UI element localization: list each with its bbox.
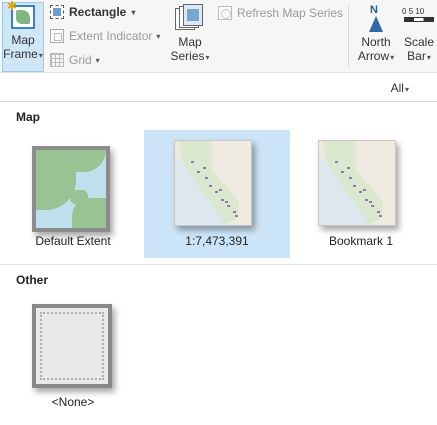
refresh-map-series-label: Refresh Map Series — [237, 6, 344, 20]
scale-bar-icon: 0 5 10 — [402, 3, 436, 33]
rectangle-label: Rectangle — [69, 5, 127, 19]
map-series-button[interactable]: Map Series▾ — [168, 4, 212, 65]
gallery-item-label: 1:7,473,391 — [185, 234, 249, 248]
refresh-icon — [218, 6, 232, 20]
filter-dropdown-label: All — [390, 81, 404, 95]
extent-indicator-label: Extent Indicator — [69, 29, 153, 43]
scale-bar-label-line1: Scale — [403, 35, 435, 49]
ribbon-separator — [348, 4, 349, 68]
gallery-item-bookmark-1[interactable]: Bookmark 1 — [288, 130, 434, 258]
north-arrow-icon: N — [365, 3, 387, 33]
ribbon: ✱ Map Frame▾ Rectangle ▾ Extent Indicato… — [0, 0, 437, 73]
scale-bar-button[interactable]: 0 5 10 Scale Bar▾ — [401, 3, 437, 65]
map-frame-label-line1: Map — [11, 33, 35, 47]
gallery-item-label: <None> — [51, 395, 95, 409]
gallery-item-current-scale[interactable]: 1:7,473,391 — [144, 130, 290, 258]
north-arrow-label-line2: Arrow — [357, 49, 390, 63]
map-series-icon — [175, 4, 205, 30]
north-arrow-label-line1: North — [361, 35, 391, 49]
extent-indicator-icon — [50, 29, 64, 43]
current-scale-thumbnail — [174, 140, 252, 226]
chevron-down-icon: ▾ — [404, 85, 409, 94]
chevron-down-icon: ▾ — [205, 53, 210, 62]
section-title-other: Other — [16, 273, 49, 287]
gallery-item-label: Bookmark 1 — [328, 234, 394, 248]
chevron-down-icon: ▾ — [156, 31, 161, 41]
rectangle-icon — [50, 5, 64, 19]
gallery-item-none[interactable]: <None> — [0, 290, 146, 418]
bookmark-thumbnail — [318, 140, 396, 226]
gallery-filter-bar: All▾ — [0, 74, 437, 102]
default-extent-thumbnail — [32, 146, 110, 232]
filter-dropdown[interactable]: All▾ — [391, 81, 409, 95]
north-arrow-button[interactable]: N North Arrow▾ — [354, 3, 398, 65]
gallery-item-label: Default Extent — [35, 234, 111, 248]
chevron-down-icon: ▾ — [390, 53, 395, 62]
grid-button[interactable]: Grid ▾ — [50, 53, 100, 67]
chevron-down-icon: ▾ — [95, 55, 100, 65]
map-series-label-line2: Series — [170, 49, 205, 63]
none-thumbnail — [32, 304, 112, 388]
gallery-item-default-extent[interactable]: Default Extent — [0, 130, 146, 258]
rectangle-button[interactable]: Rectangle ▾ — [50, 5, 135, 19]
map-frame-button[interactable]: ✱ Map Frame▾ — [2, 0, 44, 72]
extent-indicator-button[interactable]: Extent Indicator ▾ — [50, 29, 160, 43]
section-divider — [0, 264, 437, 265]
grid-label: Grid — [69, 53, 92, 67]
refresh-map-series-button[interactable]: Refresh Map Series — [218, 6, 343, 20]
map-frame-icon: ✱ — [7, 0, 35, 29]
chevron-down-icon: ▾ — [38, 51, 43, 60]
grid-icon — [50, 53, 64, 67]
scale-bar-label-line2: Bar — [407, 49, 426, 63]
chevron-down-icon: ▾ — [131, 7, 136, 17]
map-series-label-line1: Map — [178, 35, 202, 49]
section-title-map: Map — [16, 110, 40, 124]
map-frame-label-line2: Frame — [3, 47, 38, 61]
chevron-down-icon: ▾ — [426, 53, 431, 62]
